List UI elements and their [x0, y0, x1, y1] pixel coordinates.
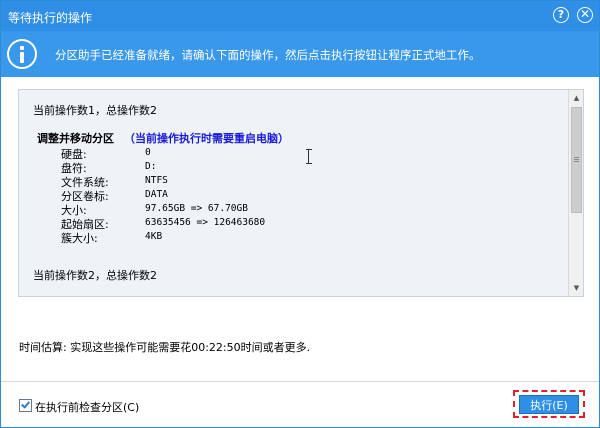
- field-value-drive-letter: D:: [145, 161, 157, 172]
- field-value-cluster-size: 4KB: [145, 231, 163, 242]
- execute-focus-outline: 执行(E): [513, 390, 585, 418]
- help-icon[interactable]: ?: [553, 7, 569, 23]
- operations-list-panel[interactable]: 当前操作数1，总操作数2 调整并移动分区 （当前操作执行时需要重启电脑） 硬盘: …: [18, 89, 584, 297]
- field-label-cluster-size: 簇大小:: [61, 232, 98, 245]
- operation-1-title: 调整并移动分区 （当前操作执行时需要重启电脑）: [37, 130, 289, 146]
- text-cursor-icon: [306, 149, 312, 165]
- vertical-scrollbar[interactable]: ▲ ▼: [568, 90, 583, 296]
- field-value-file-system: NTFS: [145, 175, 168, 186]
- pending-operations-dialog: 等待执行的操作 ? ✕ 分区助手已经准备就绪，请确认下面的操作，然后点击执行按钮…: [0, 0, 600, 428]
- scroll-thumb[interactable]: [571, 107, 582, 213]
- field-value-disk: 0: [145, 147, 151, 158]
- operation-1-reboot-note: （当前操作执行时需要重启电脑）: [124, 132, 289, 145]
- operations-content: 当前操作数1，总操作数2 调整并移动分区 （当前操作执行时需要重启电脑） 硬盘: …: [19, 90, 567, 296]
- check-partition-label[interactable]: 在执行前检查分区(C): [35, 399, 139, 415]
- check-partition-checkbox[interactable]: [19, 399, 32, 412]
- window-title: 等待执行的操作: [8, 11, 93, 25]
- scroll-up-icon[interactable]: ▲: [569, 90, 583, 106]
- checkmark-icon: [21, 399, 30, 409]
- operation-1-header: 当前操作数1，总操作数2: [33, 104, 157, 117]
- operation-1-name: 调整并移动分区: [37, 132, 114, 145]
- field-value-size: 97.65GB => 67.70GB: [145, 203, 248, 214]
- execute-button[interactable]: 执行(E): [519, 395, 579, 414]
- field-value-start-sector: 63635456 => 126463680: [145, 217, 266, 228]
- field-value-volume-label: DATA: [145, 189, 168, 200]
- footer-divider: [1, 381, 599, 382]
- info-icon: [7, 39, 37, 69]
- operation-2-header: 当前操作数2，总操作数2: [33, 269, 157, 282]
- info-banner: 分区助手已经准备就绪，请确认下面的操作，然后点击执行按钮让程序正式地工作。: [1, 31, 599, 77]
- title-bar: 等待执行的操作 ? ✕: [1, 1, 599, 31]
- info-message: 分区助手已经准备就绪，请确认下面的操作，然后点击执行按钮让程序正式地工作。: [55, 48, 481, 62]
- close-icon[interactable]: ✕: [577, 7, 593, 23]
- time-estimate: 时间估算: 实现这些操作可能需要花00:22:50时间或者更多.: [19, 341, 311, 354]
- scroll-down-icon[interactable]: ▼: [569, 280, 583, 296]
